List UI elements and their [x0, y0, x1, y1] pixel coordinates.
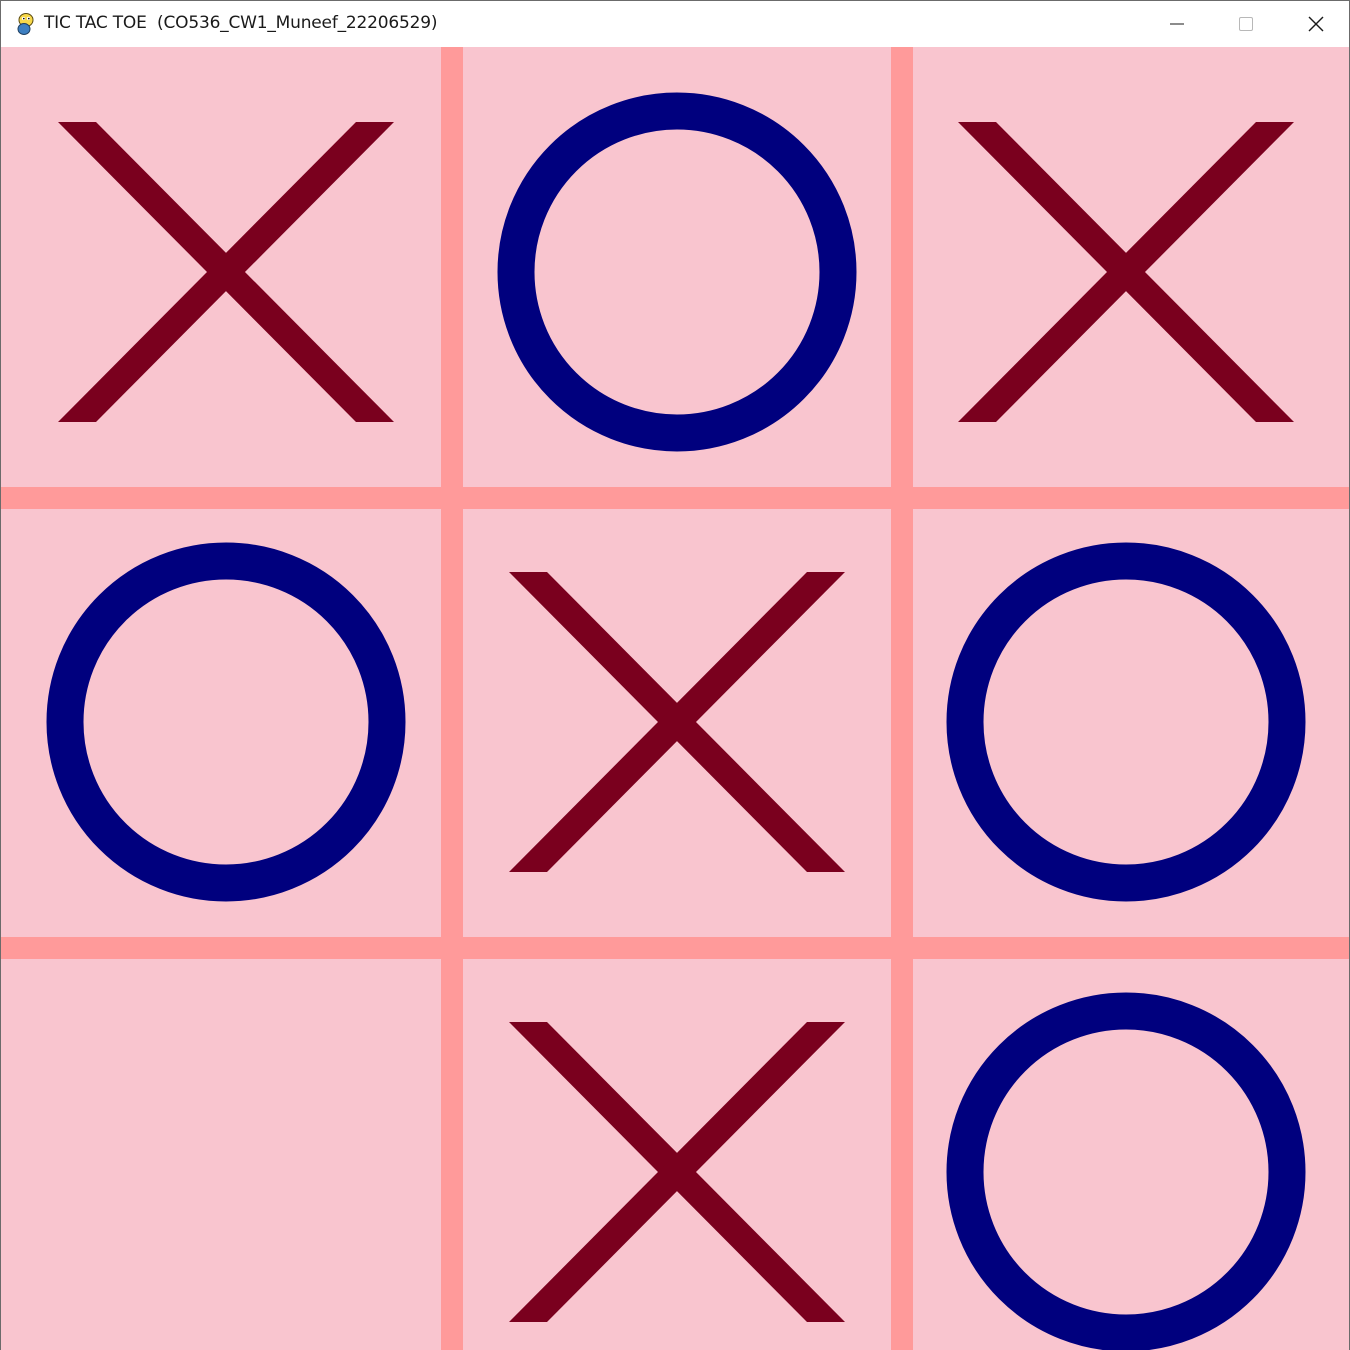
- grid-line-horizontal: [1, 487, 1349, 509]
- window-title: TIC TAC TOE (CO536_CW1_Muneef_22206529): [44, 13, 438, 33]
- minimize-icon: [1170, 23, 1184, 25]
- board-cell-r1-c1[interactable]: [1, 47, 441, 487]
- grid-line-vertical: [441, 47, 463, 1350]
- python-snake-icon: [17, 13, 34, 35]
- board-canvas[interactable]: [1, 47, 1349, 1350]
- game-window: TIC TAC TOE (CO536_CW1_Muneef_22206529): [0, 0, 1350, 1350]
- grid-line-horizontal: [1, 937, 1349, 959]
- board-cell-r2-c3[interactable]: [913, 509, 1349, 937]
- minimize-button[interactable]: [1143, 1, 1211, 47]
- grid-line-vertical: [891, 47, 913, 1350]
- board-cell-r3-c2[interactable]: [463, 959, 891, 1350]
- board-cell-r1-c2[interactable]: [463, 47, 891, 487]
- board-cell-r2-c2[interactable]: [463, 509, 891, 937]
- close-icon: [1308, 16, 1324, 32]
- maximize-button[interactable]: [1212, 1, 1280, 47]
- maximize-icon: [1239, 17, 1253, 31]
- title-bar[interactable]: TIC TAC TOE (CO536_CW1_Muneef_22206529): [1, 1, 1349, 47]
- board-cell-r3-c1[interactable]: [1, 959, 441, 1350]
- close-button[interactable]: [1282, 1, 1350, 47]
- board-cell-r1-c3[interactable]: [913, 47, 1349, 487]
- game-board[interactable]: [1, 47, 1349, 1350]
- board-cell-r3-c3[interactable]: [913, 959, 1349, 1350]
- board-cell-r2-c1[interactable]: [1, 509, 441, 937]
